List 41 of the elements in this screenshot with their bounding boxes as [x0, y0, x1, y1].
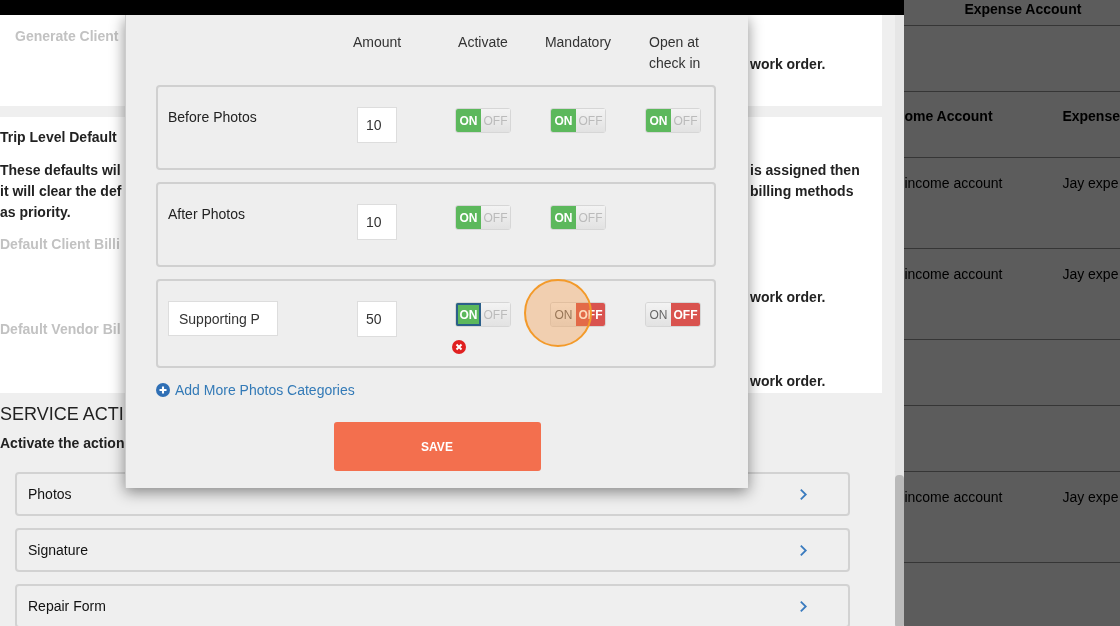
description-text: is assigned then billing methods [750, 160, 860, 201]
table-cell-text: income account [904, 489, 1004, 505]
column-header: Amount [352, 33, 402, 52]
field-label: Default Vendor Bil [0, 320, 121, 339]
plus-circle-icon [156, 383, 170, 397]
column-header: Expense [1062, 108, 1120, 124]
column-header: Expense Account [964, 1, 1083, 17]
note-text: work order. [750, 287, 826, 307]
table-cell: Jay expe [1062, 175, 1120, 191]
table-cell-text: income account [904, 266, 1004, 282]
chevron-right-icon [799, 599, 808, 613]
scrollbar[interactable] [895, 15, 904, 626]
add-categories-link[interactable]: Add More Photos Categories [156, 380, 355, 400]
column-header: Open at check in [649, 33, 702, 73]
table-cell: Jay expe [1062, 489, 1120, 505]
toggle-switch[interactable]: ON OFF [550, 302, 606, 327]
field-label: Default Client Billi [0, 235, 120, 254]
name-field[interactable]: Supporting P [168, 301, 278, 336]
section-title: SERVICE ACTI [0, 403, 124, 425]
save-button[interactable]: SAVE [333, 422, 541, 471]
section-subtitle: Activate the action [0, 434, 125, 453]
category-name: Before Photos [168, 108, 258, 127]
chevron-right-icon [799, 543, 808, 557]
chevron-right-icon [799, 487, 808, 501]
section-title: Trip Level Default [0, 128, 117, 147]
note-text: work order. [750, 55, 826, 74]
toggle-switch[interactable]: ON OFF [645, 302, 701, 327]
category-name: After Photos [168, 205, 247, 224]
table-cell-text: income account [904, 175, 1004, 191]
column-header: Mandatory [544, 33, 612, 52]
amount-field[interactable]: 10 [357, 107, 397, 143]
field-label: Generate Client [15, 27, 119, 46]
column-header: ome Account [904, 108, 994, 124]
note-text: work order. [750, 371, 826, 391]
action-item[interactable]: Signature [15, 528, 850, 572]
description-text: These defaults wil it will clear the def as priority. [0, 160, 122, 222]
amount-field[interactable]: 10 [357, 204, 397, 240]
column-header: Activate [458, 33, 508, 52]
table-cell: Jay expe [1062, 266, 1120, 282]
amount-field[interactable]: 50 [357, 301, 397, 337]
action-item[interactable]: Repair Form [15, 584, 850, 626]
